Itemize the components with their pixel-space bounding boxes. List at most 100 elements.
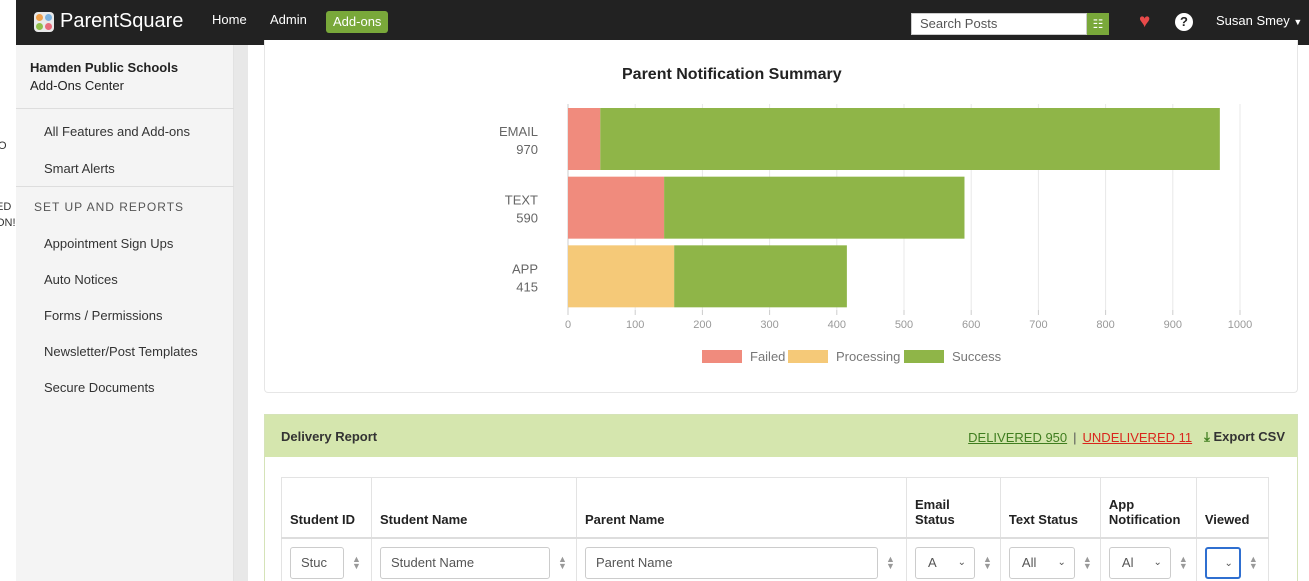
bar-success-email	[600, 108, 1220, 170]
nav-home[interactable]: Home	[212, 12, 247, 27]
text-status-select[interactable]: All ⌄	[1008, 546, 1075, 579]
chevron-down-icon: ⌄	[1057, 556, 1066, 568]
y-total-label: 590	[516, 211, 538, 226]
x-tick-label: 100	[626, 319, 644, 331]
notification-chart: Parent Notification Summary 0 100 200 300 400…	[499, 66, 1252, 364]
sort-icon[interactable]: ▲ ▼	[1083, 554, 1092, 570]
legend-swatch-success	[904, 350, 944, 363]
org-name: Hamden Public Schools	[30, 60, 179, 75]
download-icon: ⤓	[1204, 429, 1210, 444]
x-tick-label: 1000	[1228, 319, 1252, 331]
chevron-down-icon: ⌄	[1153, 556, 1162, 568]
x-tick-label: 700	[1029, 319, 1047, 331]
sidebar-item-auto-notices[interactable]: Auto Notices	[44, 272, 118, 287]
export-csv-label: Export CSV	[1213, 429, 1285, 444]
col-text-status[interactable]: Text Status	[1000, 477, 1101, 539]
chevron-down-icon: ⌄	[1224, 557, 1233, 569]
email-status-select[interactable]: A ⌄	[915, 546, 975, 579]
sidebar-section-label: SET UP AND REPORTS	[34, 200, 185, 214]
separator: |	[1073, 429, 1077, 445]
y-total-label: 970	[516, 142, 538, 157]
sidebar-gutter	[234, 45, 248, 581]
sort-icon[interactable]: ▲ ▼	[1249, 554, 1258, 570]
legend-swatch-failed	[702, 350, 742, 363]
parentsquare-logo-icon	[34, 11, 54, 32]
delivery-summary-links: DELIVERED 950 | UNDELIVERED 11 ⤓ Export …	[968, 429, 1285, 445]
user-name: Susan Smey	[1216, 13, 1290, 28]
bar-processing-app	[568, 245, 675, 308]
x-tick-label: 500	[895, 319, 913, 331]
clipped-text: O	[0, 140, 7, 152]
divider	[16, 186, 234, 187]
student-id-filter[interactable]: Stuc	[290, 546, 344, 579]
col-app-notification[interactable]: App Notification	[1100, 477, 1197, 539]
sidebar-item-secure-docs[interactable]: Secure Documents	[44, 380, 155, 395]
nav-addons[interactable]: Add-ons	[326, 11, 389, 33]
y-category-label: EMAIL	[499, 124, 538, 139]
top-navbar: ParentSquare Home Admin Add-ons Search P…	[16, 0, 1309, 45]
col-email-status[interactable]: Email Status	[906, 477, 1001, 539]
heart-icon[interactable]: ♥	[1139, 12, 1150, 32]
filter-icon[interactable]: ☷	[1087, 13, 1109, 35]
sort-icon[interactable]: ▲ ▼	[1179, 554, 1188, 570]
legend-label-success: Success	[952, 349, 1002, 364]
bar-failed-email	[568, 108, 601, 170]
help-icon[interactable]: ?	[1175, 13, 1193, 31]
left-clipped-panel: O ED ON!	[0, 0, 16, 581]
x-tick-label: 900	[1164, 319, 1182, 331]
delivery-report-card: Delivery Report DELIVERED 950 | UNDELIVE…	[264, 414, 1298, 581]
sidebar-item-templates[interactable]: Newsletter/Post Templates	[44, 344, 198, 359]
delivery-table: Student ID Student Name Parent Name Emai…	[281, 477, 1269, 581]
sidebar-subtitle: Add-Ons Center	[30, 78, 124, 93]
clipped-text: ED	[0, 201, 12, 213]
brand-logo[interactable]: ParentSquare	[34, 10, 183, 33]
app-notification-select[interactable]: Al ⌄	[1108, 546, 1171, 579]
bar-success-app	[674, 245, 847, 308]
x-tick-label: 600	[962, 319, 980, 331]
x-tick-label: 200	[693, 319, 711, 331]
legend-label-failed: Failed	[750, 349, 785, 364]
col-student-name[interactable]: Student Name	[371, 477, 577, 539]
viewed-select[interactable]: ⌄	[1204, 546, 1241, 579]
legend-label-processing: Processing	[836, 349, 900, 364]
y-category-label: APP	[512, 261, 538, 276]
delivery-report-header: Delivery Report DELIVERED 950 | UNDELIVE…	[265, 415, 1297, 457]
caret-down-icon: ▼	[1293, 17, 1303, 27]
y-category-label: TEXT	[505, 193, 538, 208]
sort-icon[interactable]: ▲ ▼	[352, 554, 361, 570]
undelivered-link[interactable]: UNDELIVERED 11	[1083, 430, 1193, 445]
nav-admin[interactable]: Admin	[270, 12, 307, 27]
sort-icon[interactable]: ▲ ▼	[886, 554, 895, 570]
sort-icon[interactable]: ▲ ▼	[558, 554, 567, 570]
y-total-label: 415	[516, 279, 538, 294]
col-viewed[interactable]: Viewed	[1196, 477, 1269, 539]
sort-icon[interactable]: ▲ ▼	[983, 554, 992, 570]
chart-title: Parent Notification Summary	[622, 66, 842, 83]
text-status-value: All	[1021, 554, 1037, 570]
student-name-filter[interactable]: Student Name	[380, 546, 550, 579]
x-tick-label: 800	[1096, 319, 1114, 331]
chevron-down-icon: ⌄	[957, 556, 966, 568]
bar-success-text	[664, 176, 965, 239]
clipped-text: ON!	[0, 217, 16, 229]
x-tick-label: 0	[565, 319, 571, 331]
export-csv-button[interactable]: ⤓ Export CSV	[1204, 429, 1285, 445]
delivery-report-title: Delivery Report	[281, 429, 378, 444]
x-tick-label: 400	[828, 319, 846, 331]
col-student-id[interactable]: Student ID	[281, 477, 372, 539]
search-input[interactable]: Search Posts	[911, 13, 1087, 35]
legend-swatch-processing	[788, 350, 828, 363]
email-status-value: A	[928, 554, 937, 570]
bar-failed-text	[568, 176, 665, 239]
sidebar: Hamden Public Schools Add-Ons Center All…	[16, 45, 234, 581]
sidebar-item-all-features[interactable]: All Features and Add-ons	[44, 124, 190, 139]
table-header-row: Student ID Student Name Parent Name Emai…	[281, 477, 1269, 539]
sidebar-item-forms[interactable]: Forms / Permissions	[44, 308, 162, 323]
user-menu[interactable]: Susan Smey ▼	[1216, 13, 1302, 28]
delivered-link[interactable]: DELIVERED 950	[968, 430, 1067, 445]
sidebar-item-smart-alerts[interactable]: Smart Alerts	[44, 161, 115, 176]
brand-name: ParentSquare	[60, 10, 184, 32]
parent-name-filter[interactable]: Parent Name	[585, 546, 878, 579]
col-parent-name[interactable]: Parent Name	[576, 477, 907, 539]
sidebar-item-appointments[interactable]: Appointment Sign Ups	[44, 236, 173, 251]
